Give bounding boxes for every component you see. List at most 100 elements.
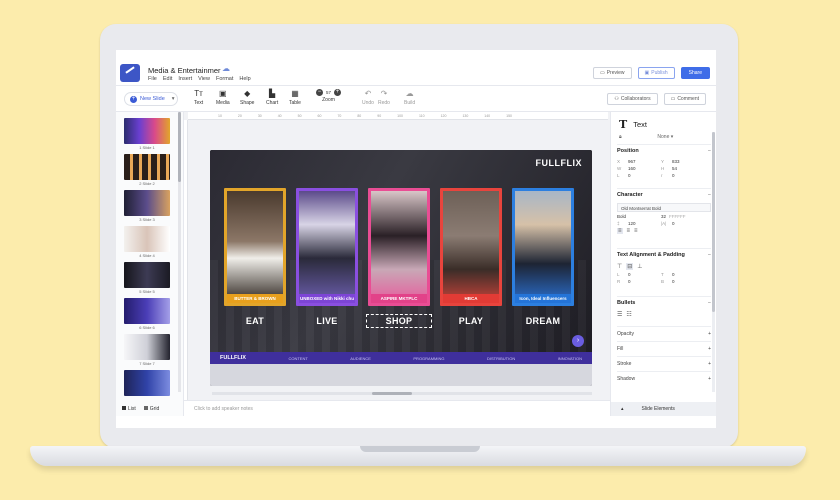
content-card[interactable]: ASPIRE MKTPLC [368,188,430,306]
font-color-input[interactable]: FFFFFF [669,214,686,219]
slide-thumbnail[interactable]: 3 Slide 3 [124,190,174,226]
collapse-icon[interactable]: − [708,148,711,154]
undo-button[interactable]: ↶ Undo [362,89,374,106]
slide-elements-button[interactable]: ▴ Slide Elements [611,402,716,416]
preview-button[interactable]: ▭ Preview [592,67,632,79]
table-tool[interactable]: ▦ Table [289,89,301,106]
slide-preview [124,262,170,288]
comment-button[interactable]: ▭ Comment [663,93,706,105]
zoom-out-button[interactable]: − [316,89,323,96]
pos-x-input[interactable]: 967 [628,159,636,164]
brand-logo: FULLFLIX [535,158,582,168]
width-input[interactable]: 160 [628,166,636,171]
font-family-select[interactable]: Old Montserrat Bold [617,203,711,212]
font-size-input[interactable]: 32 [661,214,666,219]
card-word-selected[interactable]: SHOP [366,314,432,328]
slides-scrollbar[interactable] [178,112,181,392]
chevron-right-icon[interactable]: › [572,335,584,347]
padding-left-input[interactable]: 0 [628,272,631,277]
zoom-in-button[interactable]: + [334,89,342,96]
speaker-notes-input[interactable]: Click to add speaker notes [184,400,610,416]
redo-button[interactable]: ↷ Redo [378,89,390,106]
slide-thumbnail[interactable]: 6 Slide 6 [124,298,174,334]
opacity-section[interactable]: Opacity + [617,326,711,341]
chevron-down-icon[interactable]: ▾ [172,96,175,102]
content-card[interactable]: UNBOXED with Nikki chu [296,188,358,306]
section-header[interactable]: Position − [617,145,711,157]
menu-view[interactable]: View [198,76,210,82]
padding-right-input[interactable]: 0 [628,279,631,284]
fill-section[interactable]: Fill + [617,341,711,356]
menu-format[interactable]: Format [216,76,233,82]
align-center-icon[interactable]: ≡ [627,228,631,234]
slide-thumbnail[interactable]: 7 Slide 7 [124,334,174,370]
lock-select[interactable]: None ▾ [657,134,673,140]
menu-edit[interactable]: Edit [163,76,172,82]
slide-canvas[interactable]: FULLFLIX BUTTER & BROWN EAT UNBOXED with… [210,150,592,386]
align-left-icon[interactable]: ≡ [617,228,623,234]
collapse-icon[interactable]: − [708,192,711,198]
padding-top-input[interactable]: 0 [672,272,675,277]
shadow-section[interactable]: Shadow + [617,371,711,386]
slide-thumbnail[interactable]: 5 Slide 5 [124,262,174,298]
footer-item[interactable]: INNOVATION [558,356,582,361]
collapse-icon[interactable]: − [708,252,711,258]
footer-item[interactable]: PROGRAMMING [413,356,444,361]
pos-y-input[interactable]: 833 [672,159,680,164]
font-weight-select[interactable]: Bold [617,214,626,219]
app-logo[interactable] [120,64,140,82]
collapse-icon[interactable]: − [708,300,711,306]
height-input[interactable]: 54 [672,166,677,171]
text-tool[interactable]: Tт Text [194,89,203,106]
left-input[interactable]: 0 [628,173,631,178]
position-section: Position − X 967 Y 833 W 160 H 54 L0r0 [617,144,711,180]
menu-help[interactable]: Help [239,76,250,82]
section-header[interactable]: Bullets − [617,297,711,309]
content-card[interactable]: BUTTER & BROWN [224,188,286,306]
title-bar: Media & Entertainmer ☁ File Edit Insert … [116,50,716,86]
rotation-input[interactable]: 0 [672,173,675,178]
shape-tool[interactable]: ◆ Shape [240,89,254,106]
align-right-icon[interactable]: ≡ [634,228,638,234]
padding-bottom-input[interactable]: 0 [672,279,675,284]
menu-insert[interactable]: Insert [178,76,192,82]
content-card[interactable]: Icon, Ideal Influencers [512,188,574,306]
footer-item[interactable]: DISTRIBUTION [487,356,515,361]
bullet-list-icon[interactable]: ☰ [617,311,622,318]
card-word[interactable]: EAT [224,316,286,326]
list-view-button[interactable]: List [122,406,136,412]
section-header[interactable]: Character − [617,189,711,201]
new-slide-button[interactable]: + New Slide ▾ [124,92,178,106]
canvas-horizontal-scrollbar[interactable] [212,392,592,395]
publish-button[interactable]: ▣ Publish [637,67,675,79]
line-height-input[interactable]: 120 [628,221,636,226]
properties-scrollbar[interactable] [712,132,715,392]
content-card[interactable]: HBCA [440,188,502,306]
slide-thumbnail[interactable]: 4 Slide 4 [124,226,174,262]
card-word[interactable]: DREAM [512,316,574,326]
document-title[interactable]: Media & Entertainmer [148,66,221,75]
section-header[interactable]: Text Alignment & Padding − [617,249,711,261]
list-label: List [128,406,136,412]
media-tool[interactable]: ▣ Media [216,89,230,106]
slide-thumbnail[interactable]: 2 Slide 2 [124,154,174,190]
letter-spacing-input[interactable]: 0 [672,221,675,226]
card-word[interactable]: PLAY [440,316,502,326]
card-word[interactable]: LIVE [296,316,358,326]
stroke-section[interactable]: Stroke + [617,356,711,371]
share-button[interactable]: Share [680,67,710,79]
align-top-icon[interactable]: ⊤ [617,263,622,270]
slide-thumbnail[interactable] [124,370,174,406]
menu-file[interactable]: File [148,76,157,82]
footer-item[interactable]: CONTENT [288,356,307,361]
align-middle-icon[interactable]: ⊟ [626,263,634,270]
slide-thumbnail[interactable]: 1 Slide 1 [124,118,174,154]
footer-item[interactable]: AUDIENCE [350,356,371,361]
build-button[interactable]: ☁ Build [404,89,415,106]
grid-view-button[interactable]: Grid [143,406,159,412]
chart-tool[interactable]: ▙ Chart [266,89,278,106]
numbered-list-icon[interactable]: ☷ [626,311,631,318]
collaborators-button[interactable]: ⚇ Collaborators [607,93,658,105]
lock-icon[interactable]: 🔒︎ [619,134,622,140]
align-bottom-icon[interactable]: ⊥ [637,263,642,270]
